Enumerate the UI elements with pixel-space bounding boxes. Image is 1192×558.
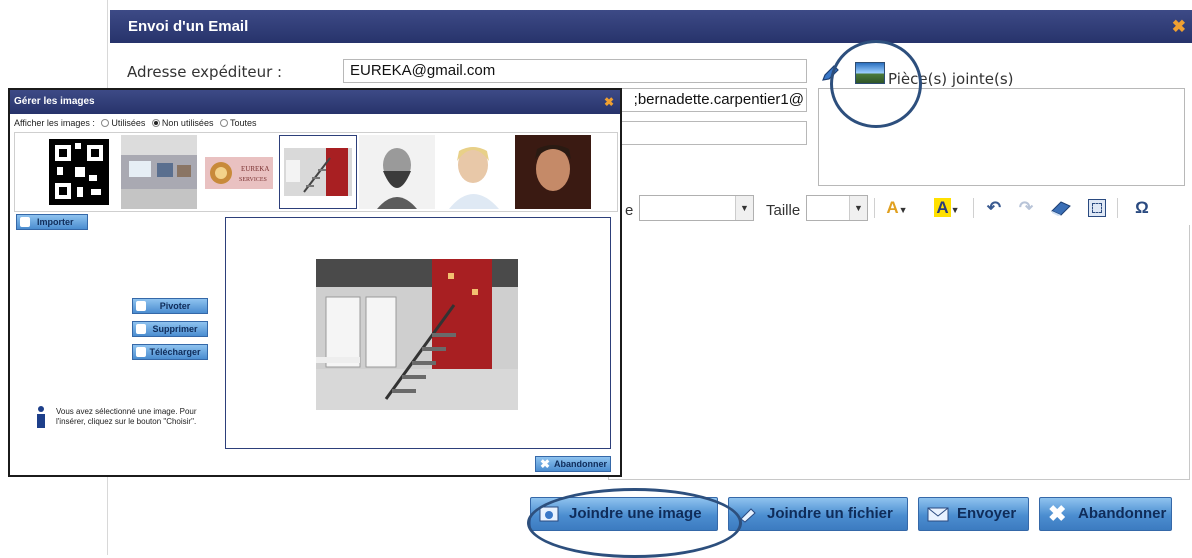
size-select[interactable]: ▼ [806,195,868,221]
annotation-circle-insert-image [527,488,742,558]
rotate-icon [136,301,146,311]
close-x-icon[interactable]: ✖ [604,90,614,114]
attach-file-label: Joindre un fichier [767,505,893,522]
info-icon [37,406,45,428]
download-label: Télécharger [149,347,201,357]
image-manager-cancel-label: Abandonner [554,459,607,469]
sender-input[interactable]: EUREKA@gmail.com [343,59,807,83]
chevron-down-icon: ▼ [735,196,753,220]
close-x-icon: ✖ [1048,501,1067,526]
download-button[interactable]: Télécharger [132,344,208,360]
annotation-circle-attachment [830,40,922,128]
highlight-color-icon[interactable]: A ▼ [930,196,964,220]
image-filter-row: Afficher les images : Utilisées Non util… [14,118,257,128]
selection-info-text: Vous avez sélectionné une image. Pour l'… [56,407,197,426]
cancel-label: Abandonner [1078,505,1167,522]
red-wall-staircase-image[interactable] [279,135,357,209]
qr-code-image[interactable] [45,135,113,209]
logo-text-2: SERVICES [239,177,267,183]
import-label: Importer [37,217,74,227]
text-color-icon[interactable]: A▼ [882,196,912,220]
filter-unused-radio[interactable] [151,119,160,127]
cancel-button[interactable]: ✖ Abandonner [1039,497,1172,531]
message-editor[interactable] [608,225,1190,480]
special-char-icon[interactable]: Ω [1130,196,1154,220]
import-button[interactable]: Importer [16,214,88,230]
select-all-icon[interactable] [1088,199,1106,217]
toolbar-separator [874,198,875,218]
rotate-button[interactable]: Pivoter [132,298,208,314]
email-dialog-title-bar: Envoi d'un Email ✖ [110,10,1192,43]
man-portrait-image[interactable] [515,135,591,209]
attach-file-button[interactable]: Joindre un fichier [728,497,908,531]
filter-used-radio[interactable] [101,119,110,127]
subject-input[interactable] [617,121,807,145]
image-preview-panel [225,217,611,449]
toolbar-separator [1117,198,1118,218]
send-label: Envoyer [957,505,1017,522]
office-interior-image[interactable] [121,135,197,209]
image-thumbnail-strip: EUREKA SERVICES [14,132,618,212]
close-x-icon: ✖ [540,457,551,471]
delete-button[interactable]: Supprimer [132,321,208,337]
font-select[interactable]: ▼ [639,195,754,221]
trash-icon [136,324,146,334]
import-icon [20,217,30,227]
eureka-services-logo-image[interactable]: EUREKA SERVICES [201,135,277,209]
image-manager-title-bar: Gérer les images ✖ [10,90,620,114]
smiling-woman-headset-image[interactable] [437,135,513,209]
font-label-fragment: e [625,202,634,219]
delete-label: Supprimer [152,324,198,334]
image-manager-cancel-button[interactable]: ✖ Abandonner [535,456,611,472]
chevron-down-icon: ▼ [849,196,867,220]
filter-label: Afficher les images : [14,118,95,128]
rotate-label: Pivoter [159,301,191,311]
size-label: Taille [766,202,801,219]
filter-unused-label: Non utilisées [161,118,214,128]
undo-icon[interactable]: ↶ [983,196,1005,220]
envelope-icon [927,507,949,522]
filter-all-label: Toutes [229,118,257,128]
staircase-preview-image [316,259,518,410]
image-manager-title: Gérer les images [14,96,95,107]
download-icon [136,347,146,357]
bearded-man-portrait-image[interactable] [359,135,435,209]
eraser-icon[interactable] [1050,199,1072,217]
filter-all-radio[interactable] [219,119,228,127]
sender-label: Adresse expéditeur : [127,63,283,81]
logo-text-1: EUREKA [241,165,269,173]
redo-icon[interactable]: ↷ [1015,196,1037,220]
email-dialog-title: Envoi d'un Email [128,18,249,35]
toolbar-separator [973,198,974,218]
recipient-input[interactable]: ;bernadette.carpentier1@ [617,88,807,112]
close-x-icon[interactable]: ✖ [1172,10,1186,43]
filter-used-label: Utilisées [111,118,146,128]
image-manager-dialog: Gérer les images ✖ Afficher les images :… [8,88,622,477]
send-button[interactable]: Envoyer [918,497,1029,531]
